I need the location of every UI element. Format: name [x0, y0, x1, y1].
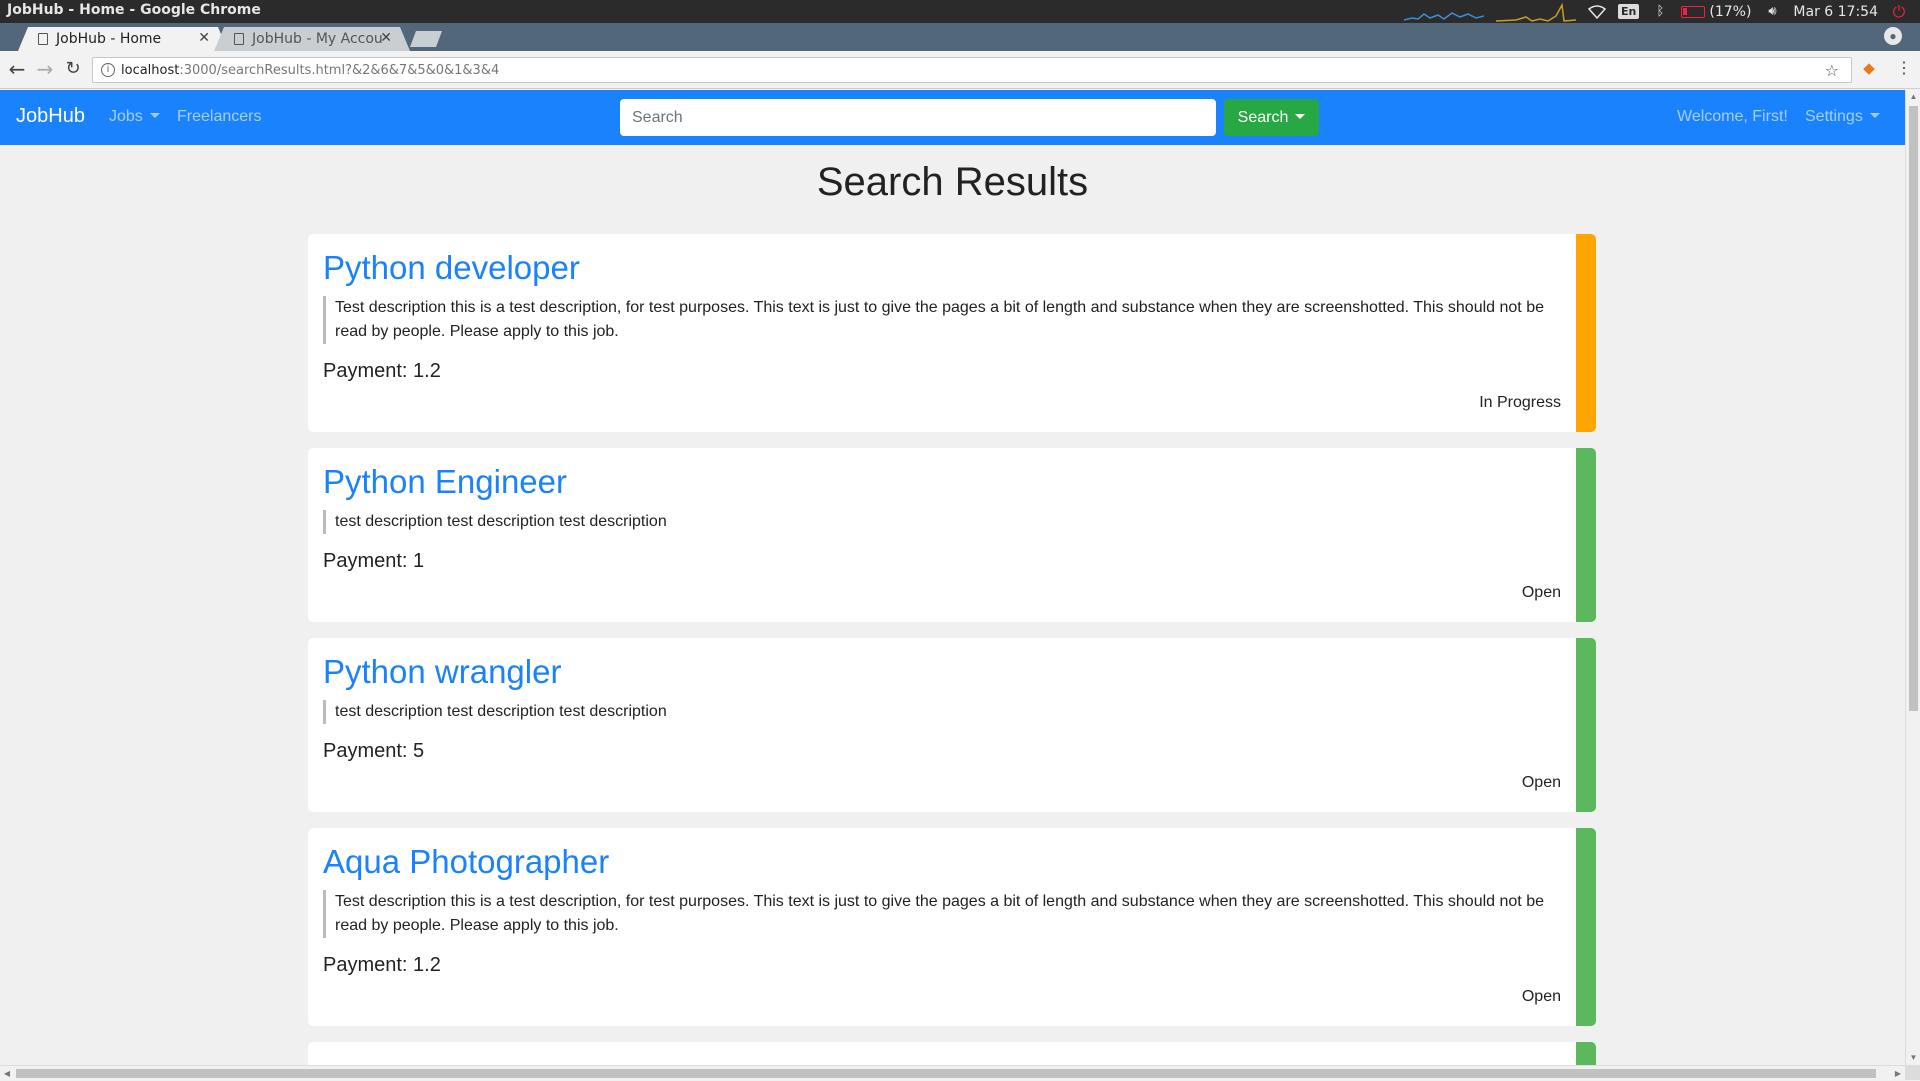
battery-percent: (17%)	[1709, 3, 1752, 20]
status-stripe	[1576, 1042, 1596, 1065]
scroll-right-icon[interactable]: ▶	[1891, 1066, 1905, 1081]
job-description: test description test description test d…	[323, 510, 1563, 534]
os-top-panel: JobHub - Home - Google Chrome En ᛒ (17%)…	[0, 0, 1920, 23]
url-host: localhost	[121, 62, 180, 78]
job-card: Python Engineer test description test de…	[308, 448, 1596, 622]
job-card: Python developer Test description this i…	[308, 234, 1596, 432]
horizontal-scrollbar[interactable]: ◀ ▶	[0, 1065, 1905, 1080]
forward-arrow-icon[interactable]: →	[34, 58, 56, 80]
scroll-down-icon[interactable]: ▼	[1906, 1051, 1920, 1065]
keyboard-layout-indicator[interactable]: En	[1618, 4, 1640, 19]
job-description: test description test description test d…	[323, 700, 1563, 724]
close-icon[interactable]: ✕	[198, 30, 210, 46]
scrollbar-corner	[1905, 1065, 1920, 1080]
job-title-link[interactable]: Python developer	[323, 249, 580, 287]
cpu-graph-icon	[1404, 11, 1485, 21]
page-title: Search Results	[816, 160, 1089, 204]
bookmark-star-icon[interactable]: ☆	[1825, 61, 1839, 80]
jobs-dropdown[interactable]: Jobs	[109, 108, 160, 126]
freelancers-link[interactable]: Freelancers	[177, 108, 261, 126]
job-card	[308, 1042, 1596, 1065]
reload-icon[interactable]: ↻	[62, 58, 84, 80]
job-payment: Payment: 1	[323, 550, 425, 572]
vertical-scrollbar[interactable]: ▲ ▼	[1905, 90, 1920, 1065]
welcome-text[interactable]: Welcome, First!	[1677, 108, 1788, 126]
job-status: Open	[1521, 584, 1561, 601]
browser-toolbar: ← → ↻ i localhost:3000/searchResults.htm…	[0, 51, 1920, 89]
chrome-menu-icon[interactable]: ⋮	[1896, 58, 1912, 80]
job-payment: Payment: 1.2	[323, 954, 441, 976]
new-tab-button[interactable]	[410, 31, 442, 47]
status-stripe	[1576, 234, 1596, 432]
page-icon	[234, 33, 244, 45]
search-button-label: Search	[1237, 109, 1289, 126]
page-icon	[38, 33, 48, 45]
job-payment: Payment: 1.2	[323, 360, 441, 382]
scroll-left-icon[interactable]: ◀	[0, 1066, 14, 1081]
battery-icon[interactable]	[1681, 5, 1706, 18]
caret-down-icon	[1869, 113, 1880, 118]
job-title-link[interactable]: Aqua Photographer	[323, 843, 609, 881]
window-title: JobHub - Home - Google Chrome	[7, 2, 261, 18]
info-icon[interactable]: i	[101, 63, 115, 77]
job-status: In Progress	[1479, 394, 1561, 411]
wifi-icon[interactable]	[1588, 3, 1607, 21]
address-bar[interactable]: i localhost:3000/searchResults.html?&2&6…	[92, 57, 1852, 83]
jobs-label: Jobs	[109, 108, 143, 125]
caret-down-icon	[149, 113, 160, 118]
url-path: :3000/searchResults.html?&2&6&7&5&0&1&3&…	[179, 62, 500, 78]
brand-link[interactable]: JobHub	[16, 105, 85, 128]
site-navbar: JobHub Jobs Freelancers Search Welcome, …	[0, 90, 1905, 145]
tab-jobhub-my-account[interactable]: JobHub - My Accou ✕	[214, 27, 410, 51]
settings-label: Settings	[1805, 108, 1863, 125]
job-title-link[interactable]: Python wrangler	[323, 653, 561, 691]
job-card: Aqua Photographer Test description this …	[308, 828, 1596, 1026]
back-arrow-icon[interactable]: ←	[6, 58, 28, 80]
browser-tab-strip: JobHub - Home ✕ JobHub - My Accou ✕ ●	[0, 23, 1920, 51]
clock[interactable]: Mar 6 17:54	[1793, 4, 1878, 20]
status-stripe	[1576, 828, 1596, 1026]
search-input[interactable]	[620, 99, 1216, 136]
bluetooth-icon[interactable]: ᛒ	[1651, 3, 1669, 21]
scrollbar-thumb[interactable]	[16, 1069, 1876, 1078]
job-card: Python wrangler test description test de…	[308, 638, 1596, 812]
scroll-up-icon[interactable]: ▲	[1906, 90, 1920, 104]
scrollbar-thumb[interactable]	[1909, 106, 1918, 711]
extension-icon[interactable]: ◆	[1860, 59, 1878, 77]
job-payment: Payment: 5	[323, 740, 425, 762]
network-graph-icon	[1496, 2, 1577, 22]
job-status: Open	[1521, 988, 1561, 1005]
close-icon[interactable]: ✕	[380, 30, 392, 46]
job-description: Test description this is a test descript…	[323, 296, 1563, 344]
profile-icon[interactable]: ●	[1884, 27, 1902, 45]
caret-down-icon	[1295, 114, 1306, 119]
status-stripe	[1576, 448, 1596, 622]
job-status: Open	[1521, 774, 1561, 791]
page-viewport: JobHub Jobs Freelancers Search Welcome, …	[0, 90, 1905, 1065]
tab-label: JobHub - Home	[56, 31, 162, 47]
system-tray: En ᛒ (17%) 🔊︎ Mar 6 17:54 ⏻	[1404, 0, 1920, 23]
tab-jobhub-home[interactable]: JobHub - Home ✕	[18, 27, 228, 51]
status-stripe	[1576, 638, 1596, 812]
power-icon[interactable]: ⏻	[1890, 2, 1908, 21]
search-button[interactable]: Search	[1224, 99, 1319, 136]
settings-dropdown[interactable]: Settings	[1805, 108, 1880, 126]
volume-icon[interactable]: 🔊︎	[1763, 3, 1781, 21]
job-title-link[interactable]: Python Engineer	[323, 463, 567, 501]
job-description: Test description this is a test descript…	[323, 890, 1563, 938]
tab-label: JobHub - My Accou	[252, 31, 383, 47]
